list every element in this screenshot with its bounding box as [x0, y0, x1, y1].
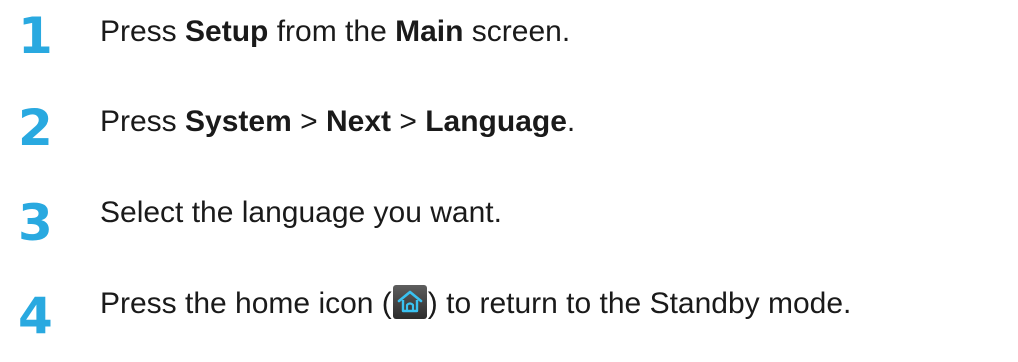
- separator: >: [291, 105, 326, 138]
- separator: >: [391, 105, 426, 138]
- step-number: 4: [18, 287, 53, 345]
- step-text-suffix: .: [566, 105, 576, 138]
- step-text-prefix: Press the home icon (: [100, 287, 392, 320]
- home-icon: [392, 285, 427, 319]
- language-label: Language: [425, 105, 567, 138]
- setup-label: Setup: [185, 15, 269, 48]
- step-text-suffix: screen.: [463, 15, 571, 48]
- step-4: 4 Press the home icon ( ) to return to th…: [0, 285, 1018, 346]
- step-text-middle: from the: [268, 15, 396, 48]
- step-text: Press the home icon ( ) to return to the …: [100, 282, 851, 326]
- instruction-steps: 1 Press Setup from the Main screen. 2 Pr…: [0, 0, 1018, 362]
- step-number: 2: [18, 99, 53, 157]
- step-number: 3: [18, 194, 53, 252]
- main-label: Main: [395, 15, 464, 48]
- step-number: 1: [18, 7, 53, 65]
- system-label: System: [185, 105, 292, 138]
- step-text-suffix: ) to return to the Standby mode.: [427, 287, 852, 320]
- step-text: Select the language you want.: [100, 196, 502, 229]
- step-1: 1 Press Setup from the Main screen.: [0, 6, 1018, 66]
- next-label: Next: [325, 105, 391, 138]
- step-text: Press Setup from the Main screen.: [100, 10, 570, 54]
- step-2: 2 Press System > Next > Language.: [0, 98, 1018, 158]
- step-3: 3 Select the language you want.: [0, 193, 1018, 253]
- step-text-prefix: Press: [100, 105, 186, 138]
- step-text-prefix: Press: [100, 15, 186, 48]
- step-text: Press System > Next > Language.: [100, 100, 575, 144]
